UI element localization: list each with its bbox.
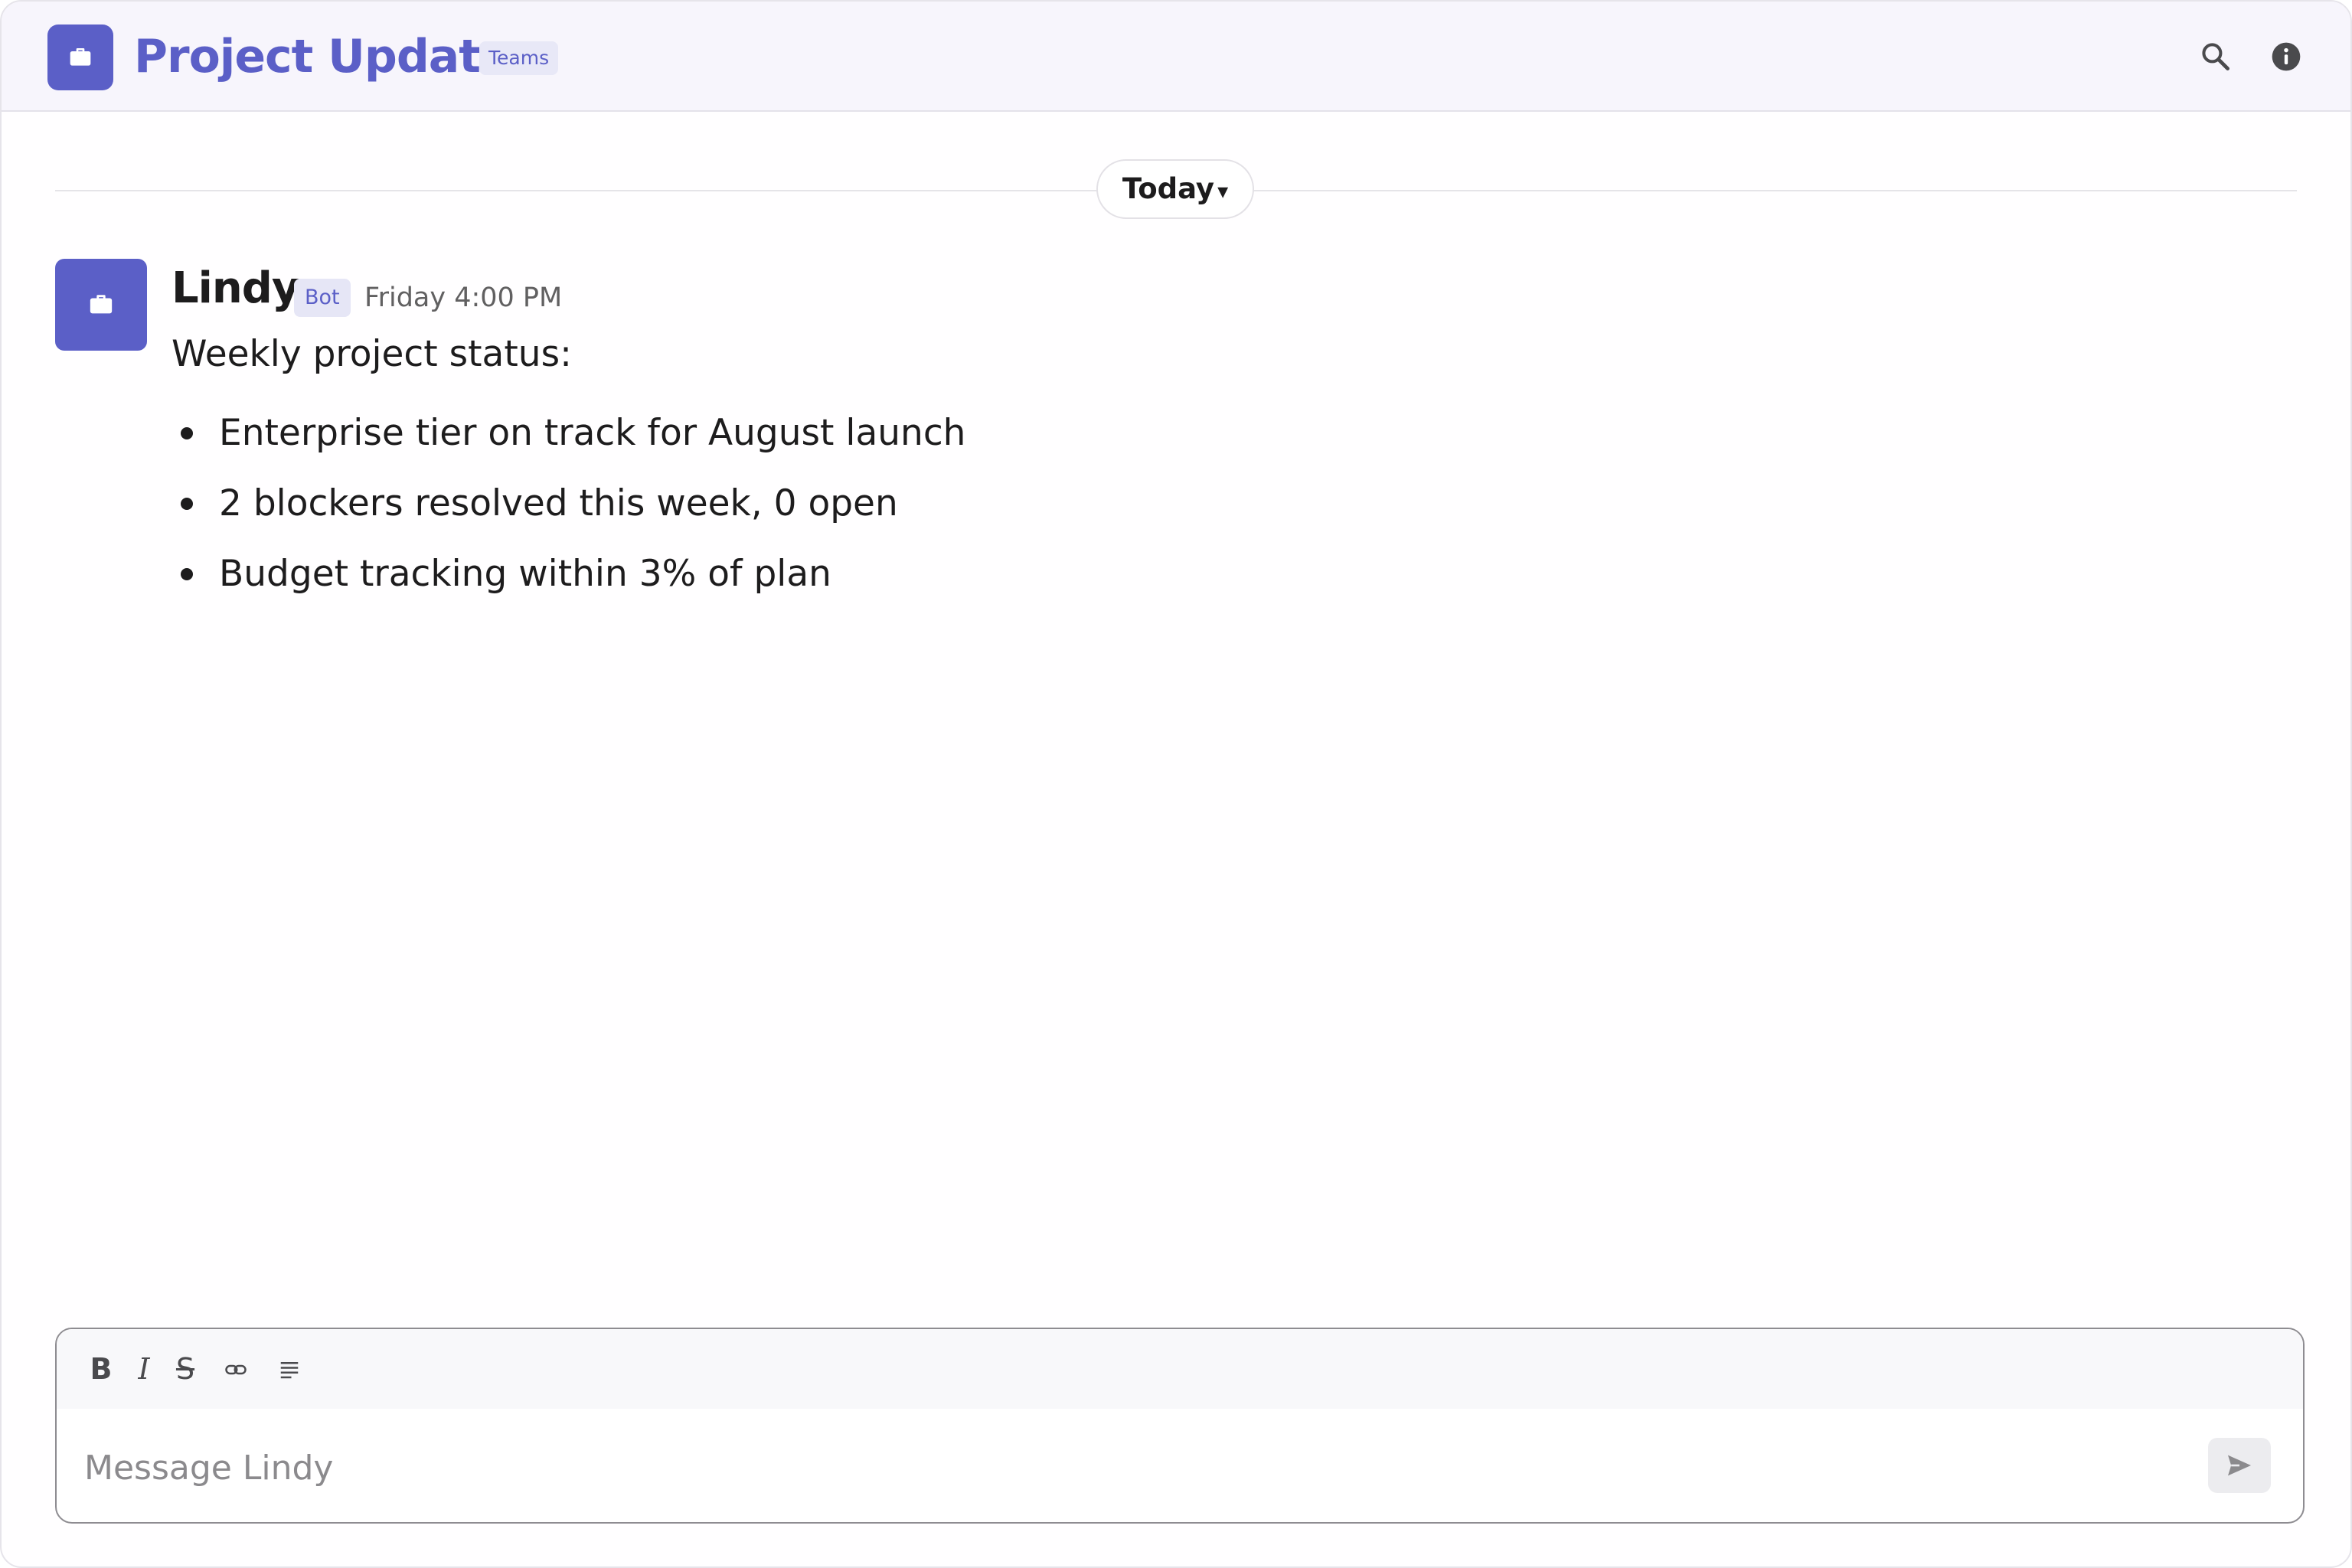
date-jump-button[interactable]: Today ▾ xyxy=(1096,159,1254,219)
list-item: Budget tracking within 3% of plan xyxy=(172,539,965,609)
info-button[interactable] xyxy=(2263,34,2309,80)
send-button[interactable] xyxy=(2208,1438,2271,1493)
strikethrough-button[interactable]: S xyxy=(164,1346,207,1392)
message-timestamp[interactable]: Friday 4:00 PM xyxy=(364,279,562,317)
info-icon xyxy=(2272,42,2301,71)
search-button[interactable] xyxy=(2193,34,2239,80)
sender-name[interactable]: Lindy xyxy=(172,262,299,315)
link-button[interactable] xyxy=(213,1346,259,1392)
message-input[interactable] xyxy=(84,1441,2151,1494)
message-composer: B I S xyxy=(55,1328,2305,1524)
message-text: Weekly project status: xyxy=(172,333,572,375)
channel-header: Project Updates Teams xyxy=(2,2,2350,112)
formatting-toolbar: B I S xyxy=(57,1329,2303,1409)
bullet-dot xyxy=(181,568,193,580)
briefcase-icon xyxy=(90,295,113,314)
search-icon xyxy=(2202,43,2230,70)
date-label: Today xyxy=(1122,172,1215,205)
bot-badge: Bot xyxy=(294,279,351,317)
list-item-text: Budget tracking within 3% of plan xyxy=(219,553,831,595)
list-item: 2 blockers resolved this week, 0 open xyxy=(172,469,965,539)
bold-button[interactable]: B xyxy=(78,1346,124,1392)
list-format-button[interactable] xyxy=(266,1346,312,1392)
italic-button[interactable]: I xyxy=(122,1346,165,1392)
bullet-dot xyxy=(181,427,193,439)
link-icon xyxy=(225,1364,247,1375)
chevron-down-icon: ▾ xyxy=(1217,178,1229,204)
list-item-text: Enterprise tier on track for August laun… xyxy=(219,412,966,454)
avatar[interactable] xyxy=(55,259,147,351)
teams-badge: Teams xyxy=(479,41,559,75)
list-icon xyxy=(280,1362,299,1379)
message-bullet-list: Enterprise tier on track for August laun… xyxy=(172,398,965,609)
list-item: Enterprise tier on track for August laun… xyxy=(172,398,965,469)
channel-title[interactable]: Project Updates xyxy=(134,28,537,86)
send-icon xyxy=(2228,1455,2251,1476)
chat-window: Project Updates Teams Today ▾ Lindy Bot F… xyxy=(0,0,2352,1568)
briefcase-icon xyxy=(47,24,113,90)
bullet-dot xyxy=(181,498,193,510)
list-item-text: 2 blockers resolved this week, 0 open xyxy=(219,482,898,524)
